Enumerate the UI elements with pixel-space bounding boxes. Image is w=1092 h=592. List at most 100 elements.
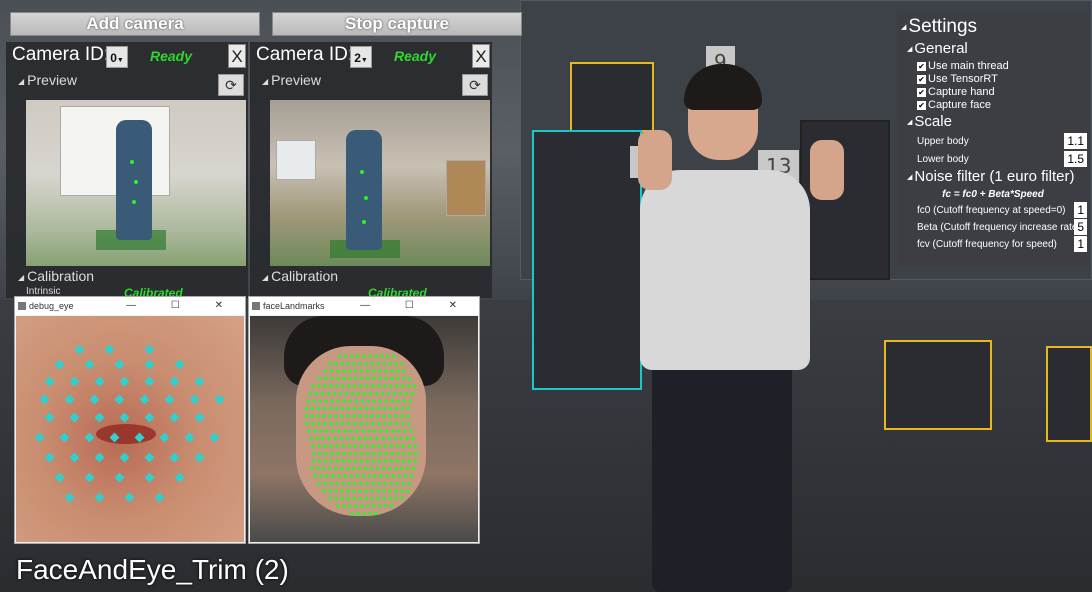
face-landmark-marker [377, 459, 382, 463]
settings-title[interactable]: ◢ Settings [901, 16, 977, 38]
eye-landmark-marker [44, 452, 55, 463]
face-landmark-marker [400, 406, 405, 411]
eye-landmark-marker [94, 376, 105, 387]
preview-section-toggle[interactable]: ◢ Preview [262, 72, 321, 88]
window-titlebar[interactable]: debug_eye — ☐ ✕ [15, 297, 245, 315]
close-camera-button[interactable]: X [228, 44, 246, 68]
face-landmark-marker [332, 391, 337, 396]
face-landmark-marker [351, 466, 356, 471]
avatar-torso [640, 170, 810, 370]
face-landmark-marker [411, 436, 416, 441]
face-landmark-marker [340, 414, 344, 418]
face-landmark-marker [323, 369, 328, 373]
face-landmark-marker [390, 399, 395, 403]
face-landmark-marker [315, 466, 320, 471]
avatar-character [600, 60, 850, 592]
beta-input[interactable]: 5 [1074, 219, 1087, 235]
face-landmark-marker [317, 421, 321, 426]
face-landmark-marker [386, 354, 390, 358]
face-landmark-marker [349, 429, 353, 433]
eye-landmark-marker [164, 394, 175, 405]
preview-section-toggle[interactable]: ◢ Preview [18, 72, 77, 88]
use-main-thread-checkbox[interactable]: ✔ Use main thread [917, 60, 1009, 72]
face-landmark-marker [395, 369, 400, 373]
face-landmark-marker [396, 399, 401, 403]
face-landmark-marker [389, 369, 394, 373]
face-landmark-marker [376, 406, 381, 411]
face-landmark-marker [370, 406, 375, 411]
noise-filter-section-toggle[interactable]: ◢ Noise filter (1 euro filter) [907, 168, 1074, 185]
face-landmark-marker [346, 496, 351, 501]
upper-body-input[interactable]: 1.1 [1064, 133, 1087, 149]
face-landmark-marker [361, 474, 366, 478]
window-titlebar[interactable]: faceLandmarks — ☐ ✕ [249, 297, 479, 315]
eye-landmark-marker [114, 359, 125, 370]
face-landmark-marker [388, 384, 393, 388]
face-landmark-marker [342, 376, 346, 381]
captured-person [346, 130, 382, 250]
face-landmark-marker [399, 436, 404, 441]
face-landmark-marker [382, 414, 386, 418]
face-landmark-marker [312, 399, 317, 403]
eye-landmark-marker [144, 412, 155, 423]
face-landmark-marker [339, 466, 344, 471]
general-section-toggle[interactable]: ◢ General [907, 40, 968, 57]
face-landmark-marker [366, 451, 370, 456]
stop-capture-button[interactable]: Stop capture [272, 12, 522, 36]
checkbox-checked-icon: ✔ [917, 61, 926, 71]
face-landmark-marker [404, 391, 409, 396]
lower-body-input[interactable]: 1.5 [1064, 151, 1087, 167]
face-landmark-marker [348, 399, 353, 403]
scale-section-toggle[interactable]: ◢ Scale [907, 113, 952, 130]
capture-face-checkbox[interactable]: ✔ Capture face [917, 99, 991, 111]
face-landmark-marker [345, 466, 350, 471]
face-landmark-marker [378, 451, 382, 456]
camera-snapshot-button[interactable]: ⟳ [218, 74, 244, 96]
face-landmark-marker [350, 391, 355, 396]
eye-landmark-marker [124, 492, 135, 503]
camera-snapshot-button[interactable]: ⟳ [462, 74, 488, 96]
face-landmark-marker [354, 399, 359, 403]
face-landmark-marker [346, 406, 351, 411]
face-landmark-marker [365, 459, 370, 463]
face-landmark-marker [382, 384, 387, 388]
face-landmark-marker [358, 489, 362, 493]
face-landmark-marker [402, 376, 406, 381]
face-landmark-marker [400, 496, 405, 501]
capture-hand-checkbox[interactable]: ✔ Capture hand [917, 86, 995, 98]
face-landmark-marker [387, 436, 392, 441]
camera-id-select[interactable]: 0▼ [106, 46, 128, 68]
eye-landmark-marker [64, 394, 75, 405]
calibration-section-toggle[interactable]: ◢ Calibration [18, 268, 94, 284]
face-landmark-marker [391, 429, 395, 433]
face-landmark-marker [389, 481, 394, 486]
face-landmark-marker [341, 481, 346, 486]
pose-keypoint [130, 160, 134, 164]
fcv-input[interactable]: 1 [1074, 236, 1087, 252]
face-landmark-marker [314, 391, 319, 396]
window-controls[interactable]: — ☐ ✕ [126, 297, 239, 315]
face-landmark-marker [310, 406, 315, 411]
close-camera-button[interactable]: X [472, 44, 490, 68]
collapse-triangle-icon: ◢ [262, 76, 269, 86]
calibration-label: Calibration [27, 268, 95, 284]
face-landmark-marker [326, 391, 331, 396]
use-tensorrt-checkbox[interactable]: ✔ Use TensorRT [917, 73, 998, 85]
face-landmark-marker [371, 421, 375, 426]
face-landmark-marker [368, 391, 373, 396]
face-landmark-overlay [304, 354, 418, 516]
eye-landmark-marker [194, 452, 205, 463]
face-landmark-marker [334, 384, 339, 388]
window-controls[interactable]: — ☐ ✕ [360, 297, 473, 315]
face-landmark-marker [408, 376, 412, 381]
fc0-input[interactable]: 1 [1074, 202, 1087, 218]
calibration-label: Calibration [271, 268, 339, 284]
face-landmark-marker [375, 466, 380, 471]
face-landmark-marker [376, 414, 380, 418]
face-landmark-marker [376, 489, 380, 493]
face-landmark-marker [359, 481, 364, 486]
camera-id-select[interactable]: 2▼ [350, 46, 372, 68]
add-camera-button[interactable]: Add camera [10, 12, 260, 36]
face-landmark-marker [375, 436, 380, 441]
calibration-section-toggle[interactable]: ◢ Calibration [262, 268, 338, 284]
